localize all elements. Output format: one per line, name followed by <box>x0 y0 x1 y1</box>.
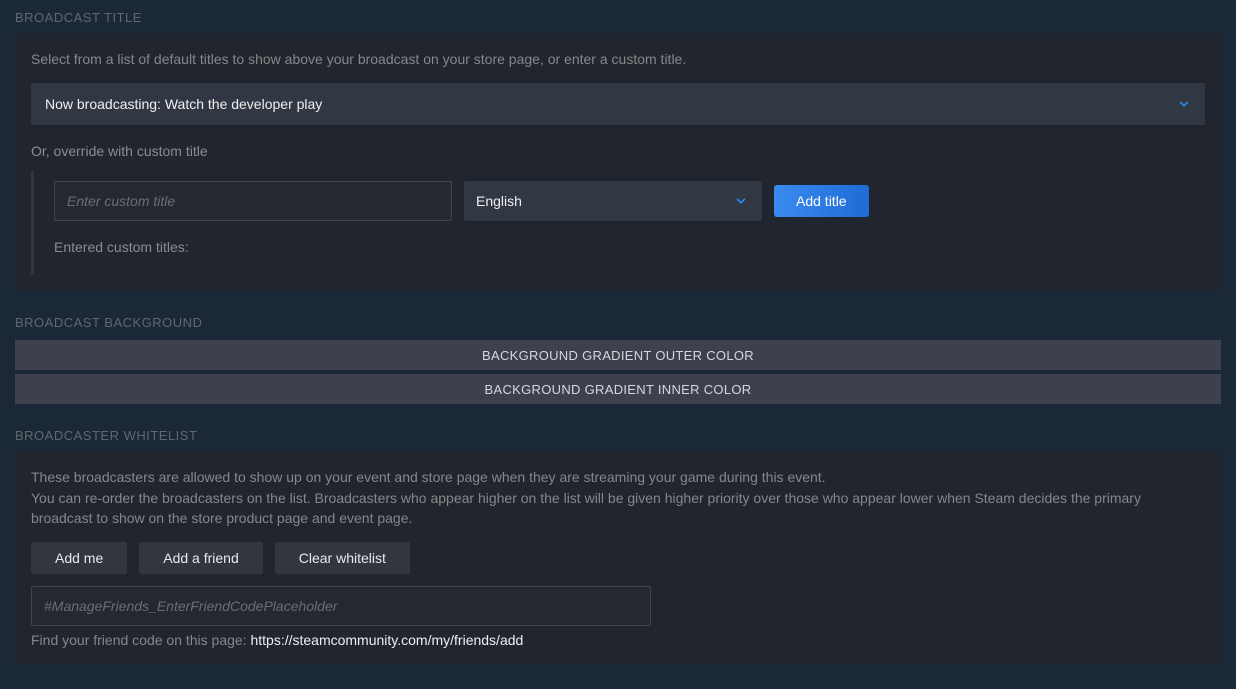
broadcast-title-header: BROADCAST TITLE <box>15 0 1221 33</box>
broadcast-background-header: BROADCAST BACKGROUND <box>15 305 1221 338</box>
friend-code-input[interactable] <box>31 586 651 626</box>
language-select[interactable]: English <box>464 181 762 221</box>
broadcast-title-description: Select from a list of default titles to … <box>31 49 1205 69</box>
clear-whitelist-button[interactable]: Clear whitelist <box>275 542 410 574</box>
add-title-button[interactable]: Add title <box>774 185 869 217</box>
default-title-dropdown[interactable]: Now broadcasting: Watch the developer pl… <box>31 83 1205 125</box>
whitelist-description: These broadcasters are allowed to show u… <box>31 467 1205 528</box>
default-title-selected: Now broadcasting: Watch the developer pl… <box>45 96 322 112</box>
gradient-outer-button[interactable]: BACKGROUND GRADIENT OUTER COLOR <box>15 340 1221 370</box>
custom-title-block: English Add title Entered custom titles: <box>31 171 1205 275</box>
broadcast-title-panel: Select from a list of default titles to … <box>15 33 1221 291</box>
find-code-prefix: Find your friend code on this page: <box>31 632 250 648</box>
find-friend-code-text: Find your friend code on this page: http… <box>31 632 1205 648</box>
chevron-down-icon <box>734 194 748 208</box>
language-selected: English <box>476 193 522 209</box>
gradient-buttons: BACKGROUND GRADIENT OUTER COLOR BACKGROU… <box>15 340 1221 404</box>
find-code-link[interactable]: https://steamcommunity.com/my/friends/ad… <box>250 632 523 648</box>
gradient-inner-button[interactable]: BACKGROUND GRADIENT INNER COLOR <box>15 374 1221 404</box>
broadcaster-whitelist-panel: These broadcasters are allowed to show u… <box>15 451 1221 664</box>
whitelist-desc-line1: These broadcasters are allowed to show u… <box>31 469 826 485</box>
add-me-button[interactable]: Add me <box>31 542 127 574</box>
override-label: Or, override with custom title <box>31 143 1205 159</box>
whitelist-desc-line2: You can re-order the broadcasters on the… <box>31 490 1141 526</box>
broadcaster-whitelist-header: BROADCASTER WHITELIST <box>15 418 1221 451</box>
chevron-down-icon <box>1177 97 1191 111</box>
custom-title-input[interactable] <box>54 181 452 221</box>
add-friend-button[interactable]: Add a friend <box>139 542 263 574</box>
entered-custom-titles-label: Entered custom titles: <box>54 239 1205 255</box>
